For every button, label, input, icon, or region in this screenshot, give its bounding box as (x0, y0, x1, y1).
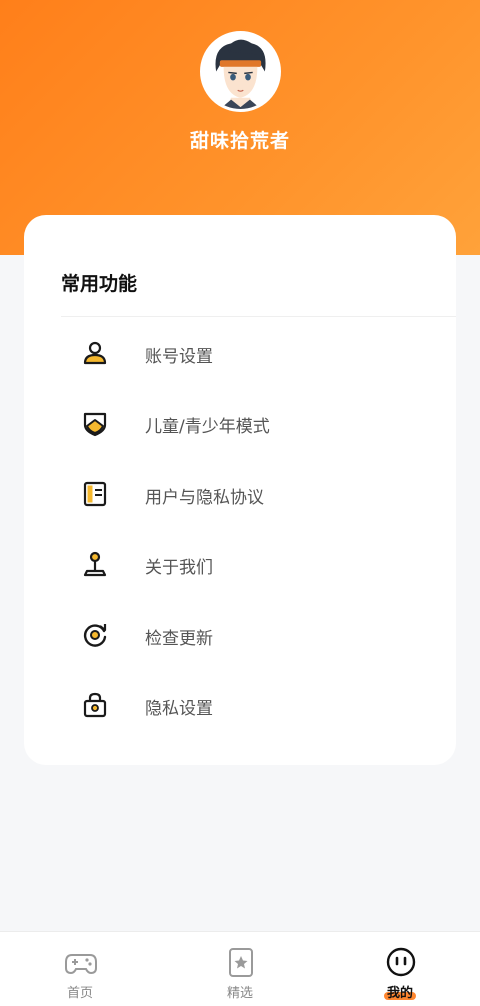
tab-label: 首页 (66, 986, 93, 1001)
menu-item-about-us[interactable]: 关于我们 (48, 536, 456, 592)
joystick-icon (81, 550, 109, 578)
document-icon (81, 480, 109, 508)
smiley-icon (384, 946, 418, 980)
username: 甜味拾荒者 (189, 130, 290, 152)
menu-item-teen-mode[interactable]: 儿童/青少年模式 (48, 395, 456, 451)
common-functions-card: 常用功能 账号设置 儿童/青少年模式 用户与隐私协议 关于我们 检查更新 隐私设… (24, 215, 456, 765)
refresh-icon (81, 621, 109, 649)
divider (61, 316, 456, 317)
menu-item-user-privacy-agreement[interactable]: 用户与隐私协议 (48, 466, 456, 522)
menu-item-check-update[interactable]: 检查更新 (48, 607, 456, 663)
menu-item-privacy-settings[interactable]: 隐私设置 (48, 677, 456, 733)
menu-label: 用户与隐私协议 (145, 488, 264, 508)
tab-label: 精选 (226, 986, 253, 1001)
tab-mine[interactable]: 我的 (320, 932, 480, 1006)
menu-label: 关于我们 (145, 558, 213, 578)
gamepad-icon (64, 946, 98, 980)
lock-bag-icon (81, 691, 109, 719)
section-title: 常用功能 (61, 273, 138, 295)
avatar[interactable] (200, 31, 281, 112)
bottom-tab-bar: 首页 精选 我的 (0, 931, 480, 1006)
menu-label: 检查更新 (145, 629, 213, 649)
tab-home[interactable]: 首页 (0, 932, 160, 1006)
menu-label: 隐私设置 (145, 699, 213, 719)
star-bookmark-icon (224, 946, 258, 980)
user-icon (81, 339, 109, 367)
menu-item-account-settings[interactable]: 账号设置 (48, 325, 456, 381)
user-avatar-icon (203, 34, 278, 109)
menu-label: 账号设置 (145, 347, 213, 367)
shield-icon (81, 409, 109, 437)
tab-featured[interactable]: 精选 (160, 932, 320, 1006)
menu-label: 儿童/青少年模式 (145, 417, 270, 437)
tab-label: 我的 (386, 986, 413, 1001)
